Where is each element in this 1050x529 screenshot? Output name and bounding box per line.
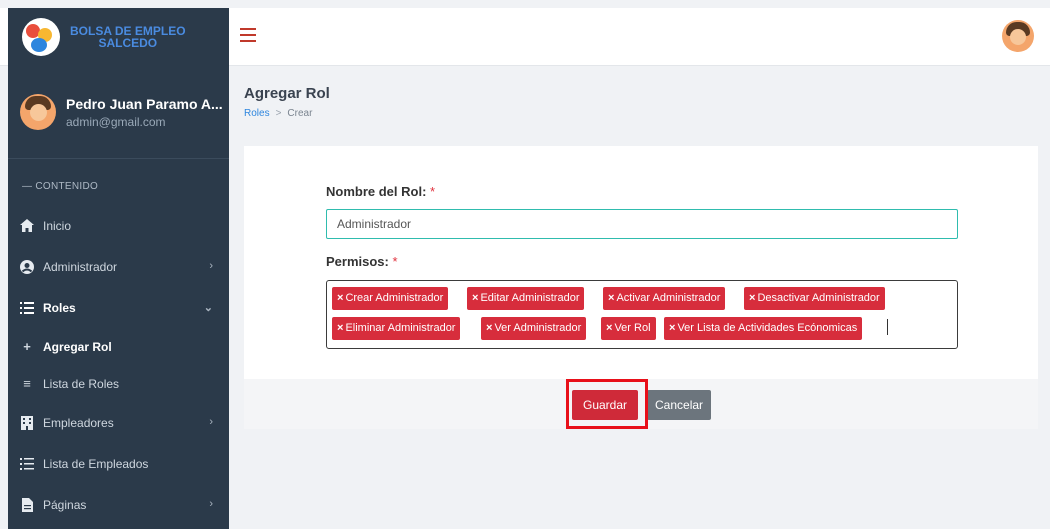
sidebar-item-label: Administrador bbox=[43, 259, 118, 274]
permission-tag-label: Activar Administrador bbox=[616, 292, 721, 304]
remove-tag-icon[interactable]: × bbox=[749, 292, 755, 304]
remove-tag-icon[interactable]: × bbox=[608, 292, 614, 304]
permission-tag[interactable]: × Ver Rol bbox=[601, 317, 656, 340]
remove-tag-icon[interactable]: × bbox=[472, 292, 478, 304]
breadcrumb-current: Crear bbox=[287, 108, 313, 119]
sidebar-item-administrador[interactable]: Administrador › bbox=[8, 246, 229, 287]
required-mark: * bbox=[392, 254, 398, 269]
permission-tag[interactable]: × Crear Administrador bbox=[332, 287, 449, 310]
sidebar-item-label: Lista de Roles bbox=[43, 376, 120, 391]
sidebar-section-label: — CONTENIDO bbox=[22, 181, 99, 192]
avatar bbox=[20, 94, 56, 130]
sidebar-item-label: Agregar Rol bbox=[43, 339, 112, 354]
breadcrumb: Roles > Crear bbox=[244, 108, 312, 119]
sidebar-item-label: Páginas bbox=[43, 497, 87, 512]
remove-tag-icon[interactable]: × bbox=[669, 322, 675, 334]
brand-name: BOLSA DE EMPLEO SALCEDO bbox=[70, 25, 186, 49]
building-icon bbox=[20, 415, 34, 430]
role-name-label: Nombre del Rol: * bbox=[326, 184, 435, 199]
permission-tag[interactable]: × Editar Administrador bbox=[467, 287, 585, 310]
permission-tag-label: Ver Rol bbox=[614, 322, 651, 334]
chevron-right-icon: › bbox=[209, 416, 213, 428]
sidebar-item-label: Empleadores bbox=[43, 415, 114, 430]
chevron-right-icon: › bbox=[209, 498, 213, 510]
required-mark: * bbox=[430, 184, 436, 199]
list-lines-icon: ≡ bbox=[23, 376, 31, 391]
user-name: Pedro Juan Paramo A... bbox=[66, 95, 223, 112]
cancel-button[interactable]: Cancelar bbox=[647, 390, 711, 420]
list-icon bbox=[20, 301, 34, 315]
page-header: Agregar Rol Roles > Crear bbox=[229, 66, 1050, 136]
sidebar: Pedro Juan Paramo A... admin@gmail.com —… bbox=[8, 66, 229, 529]
permission-tag[interactable]: × Ver Administrador bbox=[481, 317, 587, 340]
menu-toggle-icon[interactable] bbox=[240, 28, 256, 42]
permission-tag[interactable]: × Desactivar Administrador bbox=[744, 287, 885, 310]
top-bar: BOLSA DE EMPLEO SALCEDO bbox=[0, 8, 1050, 66]
plus-icon: + bbox=[23, 339, 31, 354]
user-panel: Pedro Juan Paramo A... admin@gmail.com bbox=[8, 66, 229, 159]
permission-tag-label: Desactivar Administrador bbox=[757, 292, 880, 304]
sidebar-item-label: Roles bbox=[43, 300, 76, 315]
permissions-multiselect[interactable]: × Crear Administrador × Editar Administrad… bbox=[326, 280, 958, 349]
role-name-label-text: Nombre del Rol: bbox=[326, 184, 427, 199]
sidebar-item-label: Inicio bbox=[43, 218, 72, 233]
permission-tag[interactable]: × Eliminar Administrador bbox=[332, 317, 461, 340]
remove-tag-icon[interactable]: × bbox=[337, 322, 343, 334]
top-avatar[interactable] bbox=[1002, 20, 1034, 52]
sidebar-item-empleadores[interactable]: Empleadores › bbox=[8, 402, 229, 443]
breadcrumb-roles-link[interactable]: Roles bbox=[244, 108, 270, 119]
user-circle-icon bbox=[20, 259, 34, 274]
card-body: Nombre del Rol: * Permisos: * ×Crear Adm… bbox=[244, 146, 1038, 379]
permissions-label: Permisos: * bbox=[326, 254, 398, 269]
permission-tag-label: Ver Lista de Actividades Ecónomicas bbox=[677, 322, 858, 334]
home-icon bbox=[20, 219, 34, 233]
brand-line-2: SALCEDO bbox=[98, 36, 158, 50]
chevron-down-icon: ⌄ bbox=[203, 302, 213, 314]
permission-tag-label: Crear Administrador bbox=[345, 292, 444, 304]
user-email: admin@gmail.com bbox=[66, 114, 166, 129]
remove-tag-icon[interactable]: × bbox=[337, 292, 343, 304]
permission-tag-label: Eliminar Administrador bbox=[345, 322, 456, 334]
sidebar-item-lista-de-roles[interactable]: ≡ Lista de Roles bbox=[8, 365, 229, 402]
remove-tag-icon[interactable]: × bbox=[606, 322, 612, 334]
logo-icon bbox=[22, 18, 60, 56]
sidebar-item-agregar-rol[interactable]: + Agregar Rol bbox=[8, 328, 229, 365]
remove-tag-icon[interactable]: × bbox=[486, 322, 492, 334]
sidebar-item-label: Lista de Empleados bbox=[43, 456, 149, 471]
sidebar-item-lista-de-empleados[interactable]: Lista de Empleados bbox=[8, 443, 229, 484]
permissions-label-text: Permisos: bbox=[326, 254, 389, 269]
permission-tag[interactable]: × Activar Administrador bbox=[603, 287, 726, 310]
permission-tag-label: Ver Administrador bbox=[494, 322, 582, 334]
chevron-right-icon: › bbox=[209, 260, 213, 272]
save-button-highlight bbox=[566, 379, 648, 429]
text-cursor bbox=[887, 319, 888, 335]
sidebar-item-paginas[interactable]: Páginas › bbox=[8, 484, 229, 525]
file-icon bbox=[20, 497, 34, 512]
sidebar-item-inicio[interactable]: Inicio bbox=[8, 205, 229, 246]
brand-logo[interactable]: BOLSA DE EMPLEO SALCEDO bbox=[8, 8, 229, 66]
permission-tag[interactable]: × Ver Lista de Actividades Ecónomicas bbox=[664, 317, 863, 340]
permission-tag-label: Editar Administrador bbox=[480, 292, 580, 304]
role-form-card: Nombre del Rol: * Permisos: * ×Crear Adm… bbox=[244, 146, 1038, 429]
breadcrumb-separator: > bbox=[275, 108, 282, 119]
list-icon bbox=[20, 457, 34, 471]
sidebar-item-roles[interactable]: Roles ⌄ bbox=[8, 287, 229, 328]
role-name-input[interactable] bbox=[326, 209, 958, 239]
page-title: Agregar Rol bbox=[244, 85, 330, 102]
